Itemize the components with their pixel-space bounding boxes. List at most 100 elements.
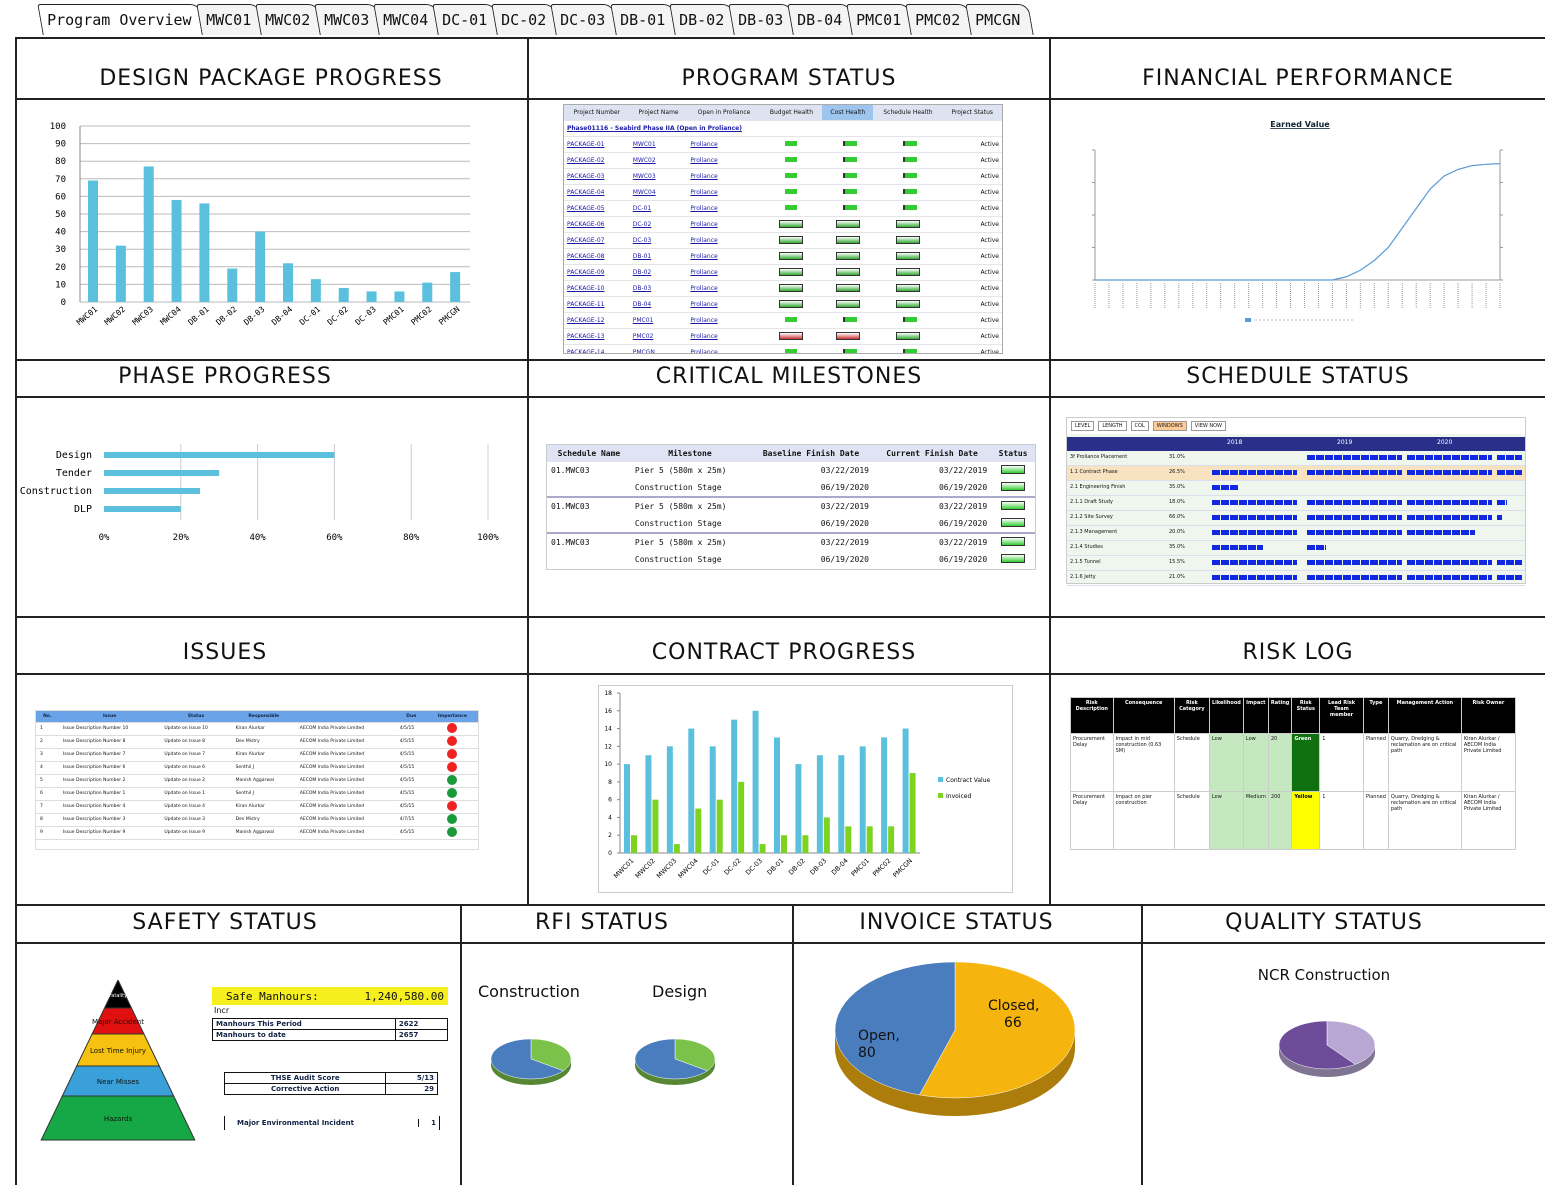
bar-invoiced (673, 844, 680, 853)
health-cell (760, 184, 823, 201)
proliance-link[interactable]: Proliance (690, 157, 717, 164)
project-name-link[interactable]: DB-03 (633, 285, 652, 292)
project-number-link[interactable]: PACKAGE-06 (567, 221, 605, 228)
column-header: Status (160, 711, 232, 723)
cell: Proliance (687, 280, 761, 297)
importance-cell (426, 748, 478, 762)
gantt-row[interactable]: 1.1 Contract Phase 26.5% (1067, 466, 1525, 481)
gantt-bar (1212, 500, 1297, 505)
tab-db-03[interactable]: DB-03 (728, 4, 797, 35)
gantt-row[interactable]: 2.1.3 Management 20.0% (1067, 526, 1525, 541)
proliance-link[interactable]: Proliance (690, 205, 717, 212)
proliance-link[interactable]: Proliance (690, 333, 717, 340)
project-name-link[interactable]: DB-01 (633, 253, 652, 260)
cell: Kiran Alurkar (231, 722, 296, 736)
project-number-link[interactable]: PACKAGE-02 (567, 157, 605, 164)
tab-dc-03[interactable]: DC-03 (550, 4, 620, 35)
tab-db-01[interactable]: DB-01 (609, 4, 679, 35)
project-number-link[interactable]: PACKAGE-10 (567, 285, 605, 292)
cell: 06/19/2020 (938, 483, 988, 492)
cell: MWC02 (629, 152, 688, 169)
project-name-link[interactable]: PMC02 (633, 333, 654, 340)
group-link[interactable]: Phase01116 - Seabird Phase IIA (Open in … (567, 125, 742, 132)
cell: PACKAGE-14 (564, 344, 630, 353)
proliance-link[interactable]: Proliance (690, 221, 717, 228)
gantt-row[interactable]: 2.1.5 Tunnel 15.5% (1067, 556, 1525, 571)
y-tick-label: 18 (604, 690, 612, 697)
proliance-link[interactable]: Proliance (690, 285, 717, 292)
project-name-link[interactable]: PMC01 (633, 317, 654, 324)
gantt-row[interactable]: 2.1.6 Jetty 21.0% (1067, 571, 1525, 586)
proliance-link[interactable]: Proliance (690, 269, 717, 276)
cell: Procurement Delay (1070, 791, 1114, 850)
tab-mwc04[interactable]: MWC04 (373, 4, 442, 35)
gantt-row[interactable]: 2.1.2 Site Survey 66.0% (1067, 511, 1525, 526)
tab-mwc02[interactable]: MWC02 (254, 4, 324, 35)
project-name-link[interactable]: MWC02 (633, 157, 656, 164)
tab-label: DC-02 (501, 11, 547, 29)
tab-dc-02[interactable]: DC-02 (491, 4, 561, 35)
tab-pmc02[interactable]: PMC02 (905, 4, 975, 35)
project-number-link[interactable]: PACKAGE-01 (567, 141, 605, 148)
proliance-link[interactable]: Proliance (690, 301, 717, 308)
tab-mwc01[interactable]: MWC01 (195, 4, 265, 35)
project-name-link[interactable]: DB-02 (633, 269, 652, 276)
table-row: Procurement Delay Impact in mid construct… (1070, 733, 1516, 792)
proliance-link[interactable]: Proliance (690, 189, 717, 196)
health-cell (760, 216, 823, 233)
tab-dc-01[interactable]: DC-01 (432, 4, 502, 35)
cell: Schedule (1173, 733, 1210, 792)
tab-pmc01[interactable]: PMC01 (846, 4, 916, 35)
project-number-link[interactable]: PACKAGE-12 (567, 317, 605, 324)
tab-mwc03[interactable]: MWC03 (314, 4, 383, 35)
tab-db-02[interactable]: DB-02 (669, 4, 738, 35)
tab-pmcgn[interactable]: PMCGN (964, 4, 1034, 35)
project-number-link[interactable]: PACKAGE-08 (567, 253, 605, 260)
tab-label: DB-03 (737, 11, 784, 29)
proliance-link[interactable]: Proliance (690, 141, 717, 148)
project-name-link[interactable]: PMCGN (633, 349, 655, 353)
tab-db-04[interactable]: DB-04 (787, 4, 856, 35)
project-name-link[interactable]: MWC04 (633, 189, 656, 196)
proliance-link[interactable]: Proliance (690, 317, 717, 324)
project-number-link[interactable]: PACKAGE-04 (567, 189, 605, 196)
tab-program-overview[interactable]: Program Overview (37, 4, 206, 35)
proliance-link[interactable]: Proliance (690, 349, 717, 353)
project-name-link[interactable]: DB-04 (633, 301, 652, 308)
health-indicator (842, 141, 857, 146)
y-tick-label: 10 (55, 280, 66, 290)
project-number-link[interactable]: PACKAGE-14 (567, 349, 605, 353)
task-name: 2.1.4 Studies (1070, 544, 1103, 550)
gantt-row[interactable]: 2.1.1 Draft Study 18.0% (1067, 496, 1525, 511)
health-indicator (779, 299, 804, 308)
cell: PMCGN (629, 344, 688, 353)
project-name-link[interactable]: DC-03 (633, 237, 652, 244)
project-name-link[interactable]: MWC01 (633, 141, 656, 148)
proliance-link[interactable]: Proliance (690, 237, 717, 244)
project-number-link[interactable]: PACKAGE-03 (567, 173, 605, 180)
cell: 4/5/15 (395, 774, 427, 788)
x-tick-label: DB-02 (214, 305, 238, 327)
proliance-link[interactable]: Proliance (690, 253, 717, 260)
gantt-toolbar[interactable]: LEVEL LENGTH COL WINDOWS VIEW NOW (1067, 418, 1525, 434)
gantt-row[interactable]: 3f Proliance Placement 31.0% (1067, 451, 1525, 466)
cell: PACKAGE-10 (564, 280, 630, 297)
category-label: Construction (20, 486, 92, 497)
project-number-link[interactable]: PACKAGE-13 (567, 333, 605, 340)
project-name-link[interactable]: DC-02 (633, 221, 652, 228)
proliance-link[interactable]: Proliance (690, 173, 717, 180)
x-tick-label: DC-01 (298, 305, 322, 327)
project-name-link[interactable]: MWC03 (633, 173, 656, 180)
panel-title-program-status: PROGRAM STATUS (681, 66, 897, 91)
project-name-link[interactable]: DC-01 (633, 205, 652, 212)
gantt-row[interactable]: 2.1.4 Studies 35.0% (1067, 541, 1525, 556)
cell: AECOM India Private Limited (295, 800, 396, 814)
gantt-bar (1407, 575, 1492, 580)
project-number-link[interactable]: PACKAGE-05 (567, 205, 605, 212)
project-number-link[interactable]: PACKAGE-09 (567, 269, 605, 276)
gantt-row[interactable]: 2.1 Engineering Finish 35.0% (1067, 481, 1525, 496)
gantt-bar (1407, 500, 1492, 505)
project-number-link[interactable]: PACKAGE-11 (567, 301, 605, 308)
health-indicator (902, 317, 917, 322)
project-number-link[interactable]: PACKAGE-07 (567, 237, 605, 244)
